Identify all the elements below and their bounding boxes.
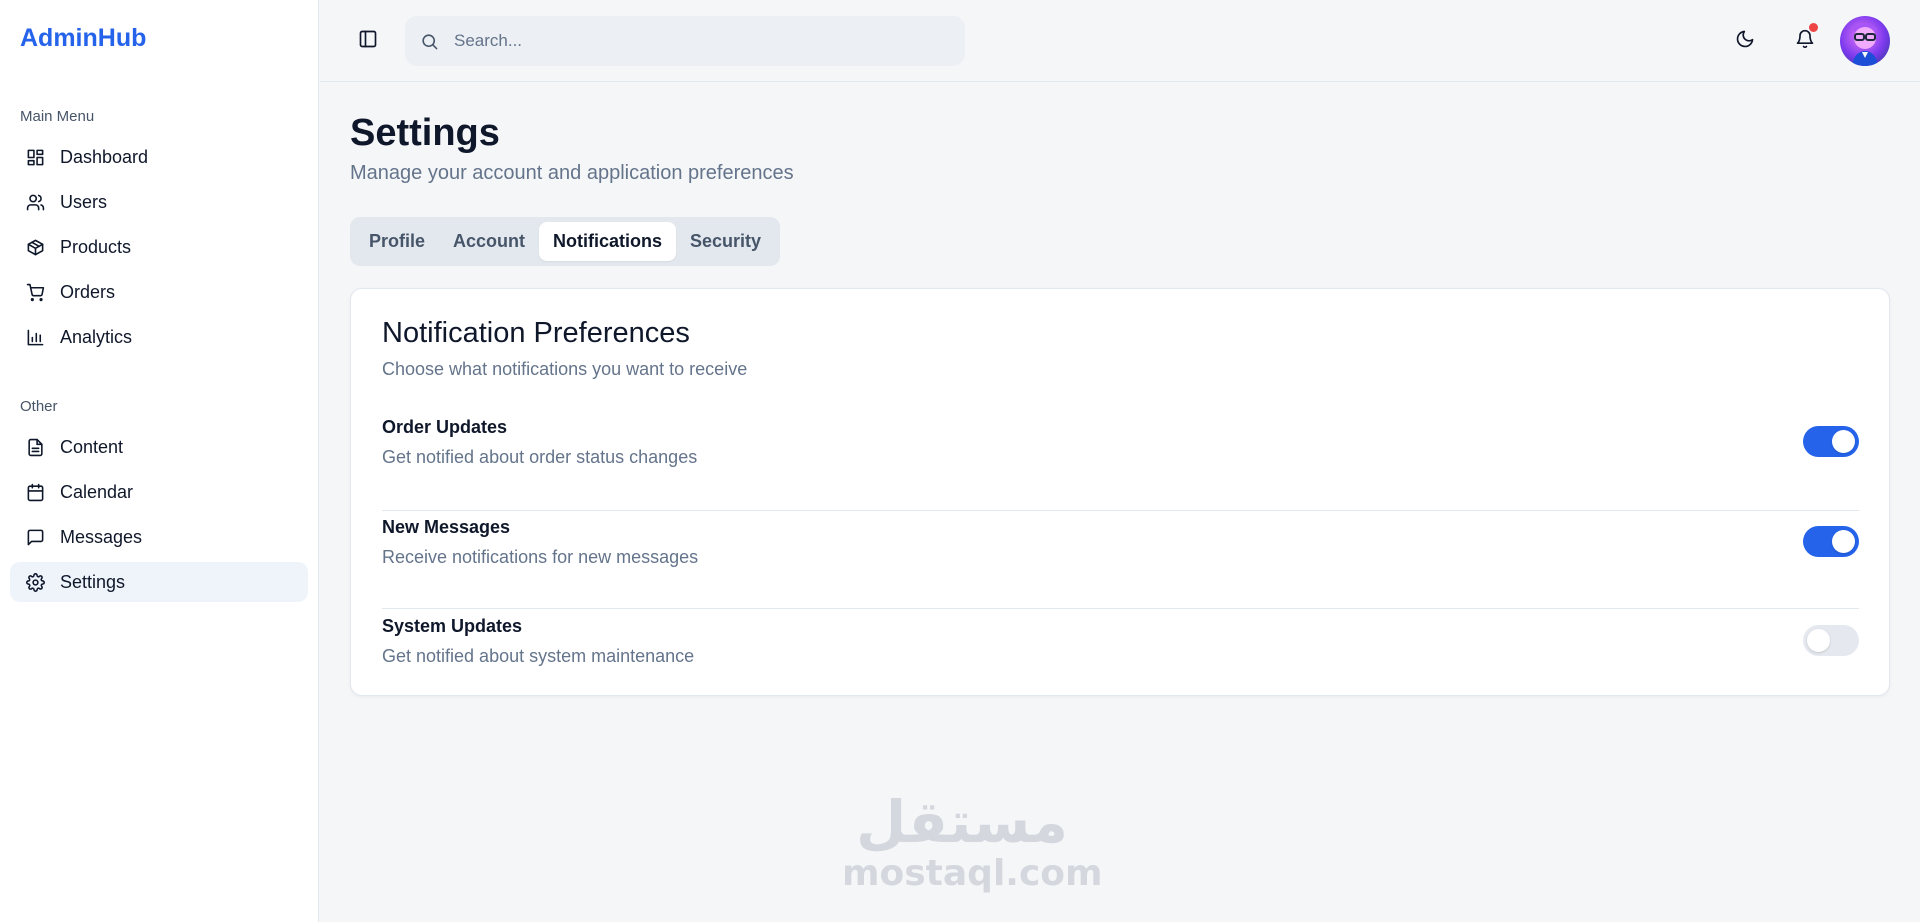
sidebar-item-label: Products: [60, 236, 132, 257]
main-menu-label: Main Menu: [20, 108, 95, 125]
sidebar-item-settings[interactable]: Settings: [10, 562, 308, 602]
moon-icon: [1735, 29, 1755, 54]
document-icon: [24, 436, 46, 458]
preference-title: System Updates: [382, 616, 523, 636]
gear-icon: [24, 571, 46, 593]
search-input[interactable]: [454, 31, 934, 51]
preference-row-new-messages: New Messages Receive notifications for n…: [382, 511, 1859, 609]
preference-row-order-updates: Order Updates Get notified about order s…: [382, 413, 1859, 511]
preference-description: Receive notifications for new messages: [382, 547, 699, 567]
sidebar-item-messages[interactable]: Messages: [10, 517, 308, 557]
preference-description: Get notified about system maintenance: [382, 646, 695, 666]
search-icon: [420, 30, 442, 52]
notification-badge: [1809, 23, 1818, 32]
tab-profile[interactable]: Profile: [355, 222, 439, 261]
theme-toggle-button[interactable]: [1731, 27, 1759, 55]
sidebar-item-calendar[interactable]: Calendar: [10, 472, 308, 512]
preference-title: Order Updates: [382, 417, 508, 437]
page-title: Settings: [350, 112, 500, 154]
preference-description: Get notified about order status changes: [382, 447, 698, 467]
dashboard-icon: [24, 146, 46, 168]
users-icon: [24, 191, 46, 213]
search-bar[interactable]: [405, 16, 965, 66]
avatar-illustration: [1852, 23, 1878, 66]
tab-account[interactable]: Account: [439, 222, 539, 261]
new-messages-toggle[interactable]: [1803, 526, 1859, 557]
sidebar-item-label: Users: [60, 191, 108, 212]
topbar: [320, 0, 1920, 82]
sidebar-item-label: Dashboard: [60, 146, 149, 167]
avatar[interactable]: [1840, 16, 1890, 66]
other-label: Other: [20, 398, 58, 415]
sidebar-item-label: Settings: [60, 571, 126, 592]
preference-row-system-updates: System Updates Get notified about system…: [382, 609, 1859, 707]
sidebar-item-label: Calendar: [60, 481, 134, 502]
sidebar-item-label: Analytics: [60, 326, 133, 347]
sidebar-item-products[interactable]: Products: [10, 227, 308, 267]
panel-left-icon: [358, 29, 378, 54]
watermark-latin: mostaql.com: [842, 853, 1103, 894]
card-title: Notification Preferences: [382, 317, 690, 349]
notification-preferences-card: Notification Preferences Choose what not…: [350, 288, 1890, 696]
tab-notifications[interactable]: Notifications: [539, 222, 677, 261]
toggle-knob: [1807, 629, 1830, 652]
sidebar-item-orders[interactable]: Orders: [10, 272, 308, 312]
page-subtitle: Manage your account and application pref…: [350, 162, 794, 184]
sidebar-item-analytics[interactable]: Analytics: [10, 317, 308, 357]
cart-icon: [24, 281, 46, 303]
system-updates-toggle[interactable]: [1803, 625, 1859, 656]
sidebar-item-users[interactable]: Users: [10, 182, 308, 222]
sidebar-item-label: Orders: [60, 281, 116, 302]
notifications-button[interactable]: [1791, 23, 1819, 55]
toggle-knob: [1832, 530, 1855, 553]
toggle-knob: [1832, 430, 1855, 453]
package-icon: [24, 236, 46, 258]
sidebar-item-label: Messages: [60, 526, 143, 547]
watermark: مستقل mostaql.com: [842, 788, 1103, 894]
sidebar: AdminHub Main Menu Dashboard Users Produ…: [0, 0, 319, 922]
bar-chart-icon: [24, 326, 46, 348]
sidebar-toggle-button[interactable]: [354, 27, 382, 55]
bell-icon: [1795, 29, 1815, 54]
sidebar-item-label: Content: [60, 436, 124, 457]
message-icon: [24, 526, 46, 548]
tab-security[interactable]: Security: [676, 222, 775, 261]
brand-logo[interactable]: AdminHub: [20, 24, 146, 53]
order-updates-toggle[interactable]: [1803, 426, 1859, 457]
card-description: Choose what notifications you want to re…: [382, 359, 748, 379]
calendar-icon: [24, 481, 46, 503]
settings-tabs: Profile Account Notifications Security: [350, 217, 781, 266]
preference-title: New Messages: [382, 517, 511, 537]
sidebar-item-content[interactable]: Content: [10, 427, 308, 467]
watermark-arabic: مستقل: [855, 788, 1069, 856]
sidebar-item-dashboard[interactable]: Dashboard: [10, 137, 308, 177]
